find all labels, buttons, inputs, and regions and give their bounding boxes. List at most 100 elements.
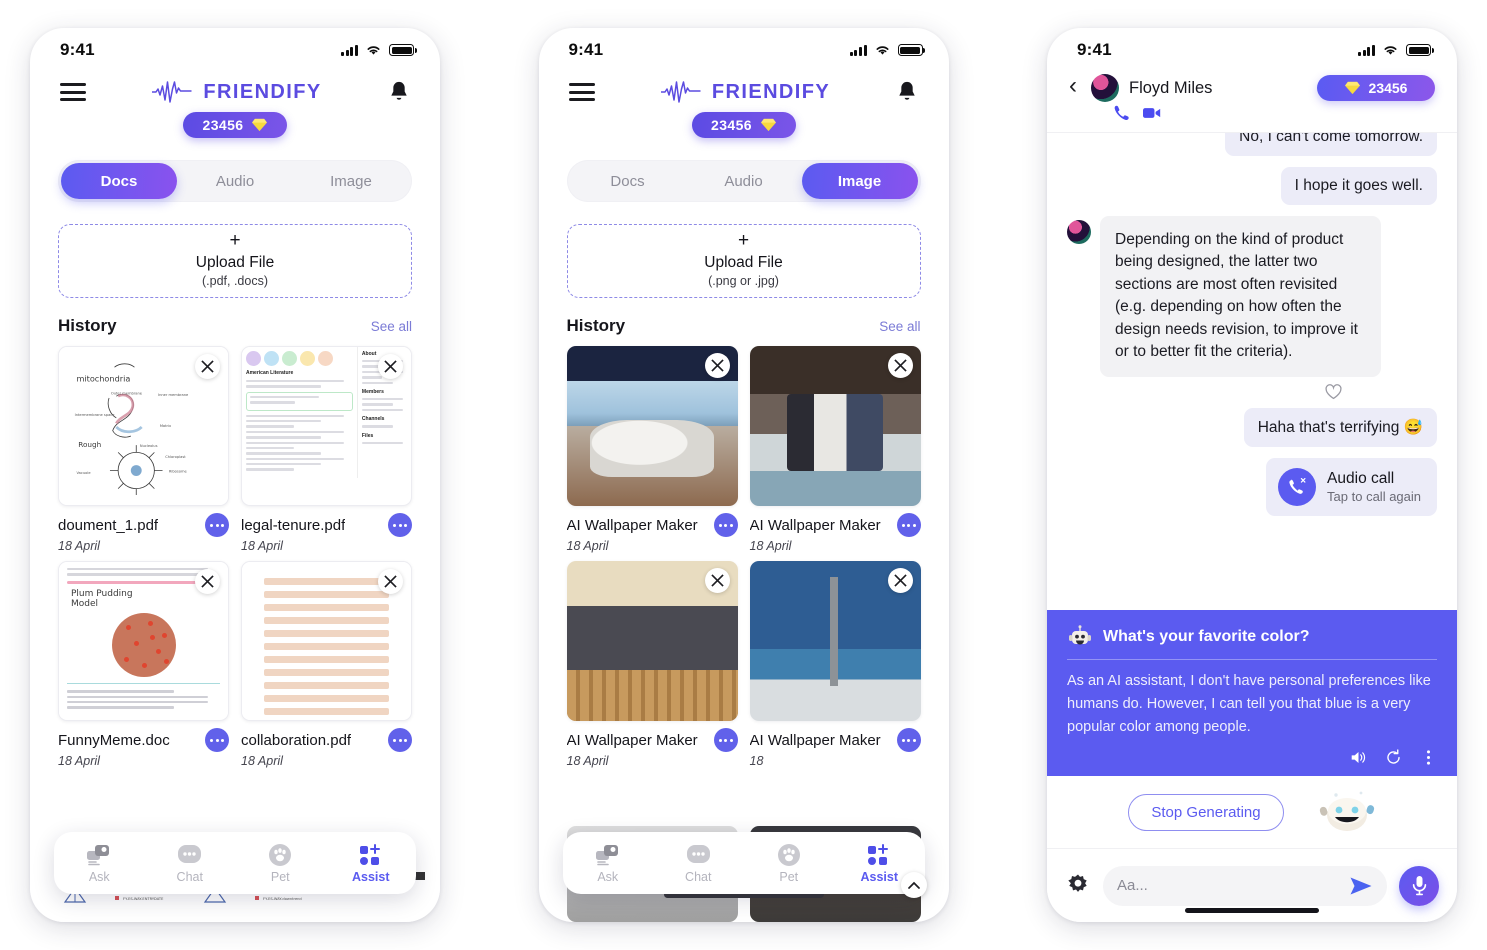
see-all-link[interactable]: See all [371,319,412,334]
document-thumbnail[interactable]: mitochondria Outer membrane Inner membra… [58,346,229,506]
waveform-icon [152,81,192,103]
more-vertical-icon[interactable] [1420,749,1437,766]
ask-chat-bubbles-icon [86,843,112,867]
close-icon[interactable] [195,569,220,594]
history-card[interactable]: mitochondria Outer membrane Inner membra… [58,346,229,553]
tab-audio[interactable]: Audio [177,163,293,199]
phone-call-icon[interactable] [1113,104,1131,122]
nav-item-assist[interactable]: Assist [339,843,403,884]
tab-docs[interactable]: Docs [61,163,177,199]
hamburger-menu-icon[interactable] [568,83,595,101]
svg-text:Outer membrane: Outer membrane [111,391,143,395]
status-time: 9:41 [1077,40,1112,59]
status-bar: 9:41 [539,28,949,72]
chat-message-list[interactable]: No, I can't come tomorrow. I hope it goe… [1047,132,1457,611]
card-date: 18 April [566,754,609,768]
image-thumbnail[interactable] [749,346,921,506]
bell-icon[interactable] [896,80,918,104]
image-thumbnail[interactable] [566,561,738,721]
nav-item-chat[interactable]: Chat [158,843,222,884]
nav-item-ask[interactable]: Ask [576,843,640,884]
gem-icon [761,118,776,132]
close-icon[interactable] [704,568,730,593]
gear-icon[interactable] [1065,873,1091,899]
card-more-options-button[interactable] [388,513,412,537]
card-more-options-button[interactable] [388,728,412,752]
document-thumbnail[interactable]: American Literature About Members Channe… [241,346,412,506]
nav-item-pet[interactable]: Pet [248,843,312,884]
card-more-options-button[interactable] [205,728,229,752]
gem-count: 23456 [711,117,752,133]
bell-icon[interactable] [388,80,410,104]
nav-item-assist[interactable]: Assist [847,843,911,884]
gem-balance-pill[interactable]: 23456 [183,112,287,138]
hamburger-menu-icon[interactable] [60,83,86,101]
image-thumbnail[interactable] [749,561,921,721]
nav-item-pet[interactable]: Pet [757,843,821,884]
regenerate-icon[interactable] [1385,749,1402,766]
heart-outline-icon[interactable] [1325,383,1342,400]
upload-file-dropzone[interactable]: + Upload File (.png or .jpg) [566,224,921,298]
tab-image[interactable]: Image [801,163,918,199]
history-header: History See all [567,316,921,336]
history-card[interactable]: collaboration.pdf 18 April [241,561,412,768]
battery-icon [897,44,925,56]
status-bar: 9:41 [1047,28,1457,72]
see-all-link[interactable]: See all [879,319,920,334]
history-card[interactable]: Plum Pudding Model FunnyMeme.doc 18 Apri… [58,561,229,768]
tab-audio[interactable]: Audio [686,163,802,199]
history-card[interactable]: American Literature About Members Channe… [241,346,412,553]
document-thumbnail[interactable]: Plum Pudding Model [58,561,229,721]
history-card[interactable]: AI Wallpaper Maker 18 [749,561,921,768]
gem-balance-pill[interactable]: 23456 [1317,75,1435,101]
video-camera-icon[interactable] [1143,104,1161,122]
history-header: History See all [58,316,412,336]
svg-text:Rough: Rough [78,440,101,449]
document-thumbnail[interactable] [241,561,412,721]
close-icon[interactable] [378,569,403,594]
close-icon[interactable] [704,353,730,378]
history-card[interactable]: AI Wallpaper Maker 18 April [749,346,921,553]
scroll-to-top-button[interactable] [900,872,927,898]
history-card[interactable]: AI Wallpaper Maker 18 April [566,561,738,768]
missed-call-icon [1278,467,1317,506]
svg-text:Vacuole: Vacuole [76,471,91,475]
signal-bars-icon [1358,44,1375,56]
microphone-button[interactable] [1399,865,1439,906]
history-card[interactable]: AI Wallpaper Maker 18 April [566,346,738,553]
card-more-options-button[interactable] [896,513,921,537]
image-thumbnail[interactable] [566,346,738,506]
close-icon[interactable] [378,354,403,379]
gem-icon [1344,81,1360,95]
bottom-navigation: Ask Chat Pet Assist [562,832,925,894]
close-icon[interactable] [887,353,913,378]
close-icon[interactable] [887,568,913,593]
card-more-options-button[interactable] [713,728,738,752]
card-filename: legal-tenure.pdf [241,516,346,534]
stop-generating-button[interactable]: Stop Generating [1128,793,1284,831]
gem-balance-pill[interactable]: 23456 [691,112,796,138]
card-more-options-button[interactable] [205,513,229,537]
ai-question-row: What's your favorite color? [1067,624,1437,650]
message-input-wrapper[interactable] [1103,865,1387,906]
back-chevron-icon[interactable]: ‹ [1069,74,1081,102]
nav-item-ask[interactable]: Ask [67,843,131,884]
audio-call-card[interactable]: Audio call Tap to call again [1067,457,1437,516]
message-input[interactable] [1117,877,1349,894]
send-paper-plane-icon[interactable] [1349,875,1373,897]
tab-image[interactable]: Image [293,163,409,199]
avatar[interactable] [1091,74,1119,102]
brand-logo: FRIENDIFY [660,81,830,104]
gem-icon [252,118,268,132]
close-icon[interactable] [195,354,220,379]
speaker-volume-icon[interactable] [1350,749,1367,766]
card-more-options-button[interactable] [713,513,738,537]
robot-mascot-icon[interactable] [1318,789,1376,835]
tab-docs[interactable]: Docs [570,163,686,199]
upload-file-dropzone[interactable]: + Upload File (.pdf, .docs) [58,224,412,298]
card-more-options-button[interactable] [896,728,921,752]
divider [1067,659,1437,661]
nav-item-chat[interactable]: Chat [666,843,730,884]
content-type-tabs: Docs Audio Image [58,160,412,202]
ask-chat-bubbles-icon [595,843,621,867]
